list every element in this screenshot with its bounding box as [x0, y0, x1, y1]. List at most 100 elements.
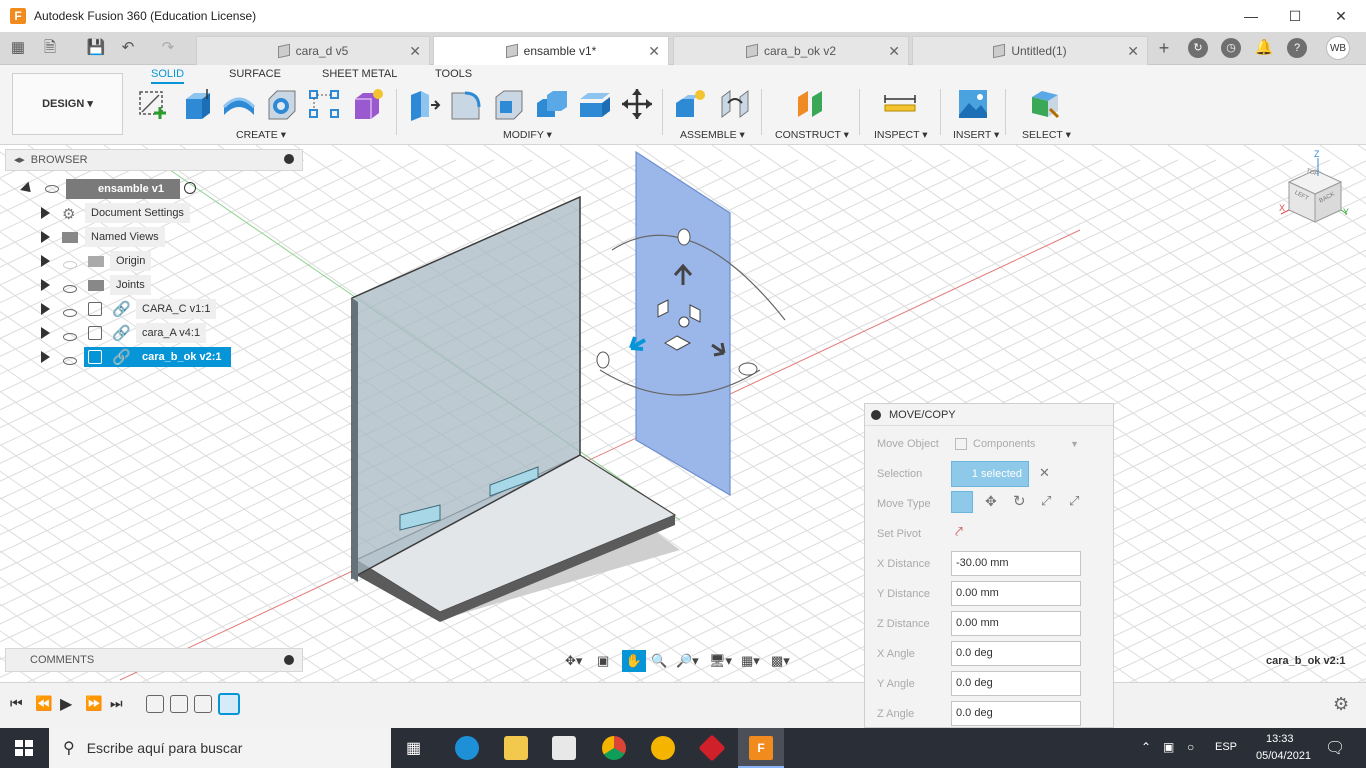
browser-item-origin[interactable]: Origin: [110, 251, 152, 271]
expand-icon[interactable]: [41, 327, 50, 339]
grid-menu-icon[interactable]: ▦: [8, 38, 28, 58]
collapse-icon[interactable]: ◀▶: [14, 156, 25, 164]
revolve-icon[interactable]: [222, 87, 256, 121]
tab-tools[interactable]: TOOLS: [435, 68, 472, 80]
x-distance-field[interactable]: -30.00 mm: [951, 551, 1081, 576]
tab-cara-d[interactable]: cara_d v5 ✕: [196, 36, 430, 65]
set-pivot-icon[interactable]: ⤤: [955, 523, 963, 540]
root-component[interactable]: ensamble v1: [66, 179, 180, 199]
timeline-move-icon[interactable]: [218, 693, 240, 715]
measure-icon[interactable]: [883, 87, 917, 121]
notifications-icon[interactable]: 🔔: [1254, 38, 1274, 58]
close-tab-icon[interactable]: ✕: [648, 43, 660, 60]
maximize-button[interactable]: ☐: [1272, 0, 1318, 32]
tab-ensamble[interactable]: ensamble v1* ✕: [433, 36, 669, 65]
tab-sheet-metal[interactable]: SHEET METAL: [322, 68, 397, 80]
fillet-icon[interactable]: [449, 87, 483, 121]
browser-item-cara-a[interactable]: cara_A v4:1: [136, 323, 207, 343]
combine-icon[interactable]: [535, 87, 569, 121]
orbit-icon[interactable]: ✥▾: [565, 650, 582, 672]
undo-icon[interactable]: ↶: [118, 38, 138, 58]
browser-item-cara-c[interactable]: CARA_C v1:1: [136, 299, 217, 319]
point-to-point-icon[interactable]: ⤢: [1041, 493, 1051, 509]
hole-icon[interactable]: [265, 87, 299, 121]
translate-icon[interactable]: ✥: [985, 493, 997, 510]
create-menu[interactable]: CREATE ▾: [236, 129, 286, 141]
x-angle-field[interactable]: 0.0 deg: [951, 641, 1081, 666]
clock-time[interactable]: 13:33: [1266, 733, 1294, 745]
expand-icon[interactable]: [41, 207, 50, 219]
inspect-menu[interactable]: INSPECT ▾: [874, 129, 928, 141]
fusion-taskbar-button[interactable]: F: [738, 728, 784, 768]
windows-start-icon[interactable]: [15, 740, 33, 756]
file-menu-icon[interactable]: 🗎: [40, 38, 60, 58]
visibility-icon[interactable]: [63, 357, 77, 365]
look-at-icon[interactable]: ▣: [597, 650, 609, 672]
clock-date[interactable]: 05/04/2021: [1256, 750, 1311, 762]
tab-surface[interactable]: SURFACE: [229, 68, 281, 80]
pan-icon[interactable]: ✋: [622, 650, 646, 672]
redo-icon[interactable]: ↷: [158, 38, 178, 58]
network-device-icon[interactable]: ▣: [1163, 740, 1174, 754]
expand-icon[interactable]: [41, 231, 50, 243]
go-to-start-icon[interactable]: ⏮: [10, 695, 23, 712]
browser-item-document-settings[interactable]: Document Settings: [85, 203, 190, 223]
tab-solid[interactable]: SOLID: [151, 68, 185, 84]
tab-untitled[interactable]: Untitled(1) ✕: [912, 36, 1148, 65]
new-component-icon[interactable]: [674, 87, 708, 121]
press-pull-icon[interactable]: [407, 87, 441, 121]
file-explorer-icon[interactable]: [504, 736, 528, 760]
rotate-handle-icon[interactable]: [596, 351, 610, 369]
offset-plane-icon[interactable]: [794, 87, 828, 121]
new-tab-icon[interactable]: +: [1154, 38, 1174, 58]
rotate-icon[interactable]: ↻: [1013, 492, 1026, 510]
fit-icon[interactable]: 🔎▾: [676, 650, 699, 672]
expand-icon[interactable]: [41, 255, 50, 267]
create-form-icon[interactable]: [351, 87, 385, 121]
z-distance-field[interactable]: 0.00 mm: [951, 611, 1081, 636]
edge-icon[interactable]: [455, 736, 479, 760]
browser-item-cara-b-ok[interactable]: cara_b_ok v2:1: [136, 347, 228, 367]
expand-icon[interactable]: [41, 303, 50, 315]
grid-settings-icon[interactable]: ▦▾: [741, 650, 760, 672]
visibility-icon[interactable]: [63, 333, 77, 341]
step-back-icon[interactable]: ⏪: [35, 695, 52, 712]
close-tab-icon[interactable]: ✕: [888, 43, 900, 60]
notification-center-icon[interactable]: 🗨: [1325, 738, 1345, 758]
go-to-end-icon[interactable]: ⏭: [110, 695, 123, 712]
comments-panel[interactable]: COMMENTS: [5, 648, 303, 672]
user-avatar[interactable]: WB: [1326, 36, 1350, 60]
language-indicator[interactable]: ESP: [1215, 741, 1237, 753]
activate-icon[interactable]: [184, 182, 196, 194]
extrude-icon[interactable]: [180, 87, 214, 121]
viewports-icon[interactable]: ▩▾: [771, 650, 790, 672]
y-distance-field[interactable]: 0.00 mm: [951, 581, 1081, 606]
step-forward-icon[interactable]: ⏩: [85, 695, 102, 712]
free-move-icon[interactable]: [951, 491, 973, 513]
move-object-select[interactable]: Components ▼: [955, 434, 1083, 454]
pivot-point-icon[interactable]: [678, 316, 690, 328]
expand-icon[interactable]: [20, 181, 35, 197]
minimize-panel-icon[interactable]: [284, 154, 294, 164]
job-status-icon[interactable]: ◷: [1221, 38, 1241, 58]
insert-image-icon[interactable]: [956, 87, 990, 121]
y-angle-field[interactable]: 0.0 deg: [951, 671, 1081, 696]
timeline-joint-icon[interactable]: [146, 695, 164, 713]
assemble-menu[interactable]: ASSEMBLE ▾: [680, 129, 745, 141]
construct-menu[interactable]: CONSTRUCT ▾: [775, 129, 849, 141]
expand-icon[interactable]: [41, 351, 50, 363]
display-settings-icon[interactable]: 🖥▾: [709, 650, 732, 672]
timeline-joint-icon[interactable]: [194, 695, 212, 713]
play-icon[interactable]: ▶: [60, 694, 72, 714]
insert-menu[interactable]: INSERT ▾: [953, 129, 999, 141]
browser-item-named-views[interactable]: Named Views: [85, 227, 165, 247]
z-angle-field[interactable]: 0.0 deg: [951, 701, 1081, 726]
visibility-icon[interactable]: [63, 309, 77, 317]
minimize-button[interactable]: —: [1228, 0, 1274, 32]
shell-icon[interactable]: [492, 87, 526, 121]
show-hidden-icons[interactable]: ⌃: [1141, 740, 1151, 754]
selection-button[interactable]: 1 selected: [951, 461, 1029, 487]
help-icon[interactable]: ?: [1287, 38, 1307, 58]
chrome-icon[interactable]: [602, 736, 626, 760]
taskbar-search[interactable]: ⚲ Escribe aquí para buscar: [49, 728, 391, 768]
